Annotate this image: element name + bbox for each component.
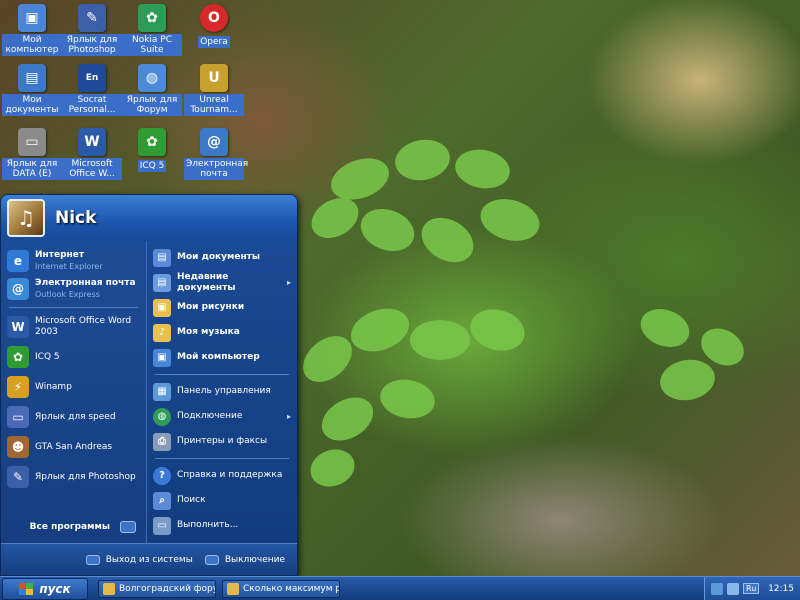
desktop-icon-socrat[interactable]: En Socrat Personal... [62,64,122,116]
user-name: Nick [55,208,97,228]
start-menu-left-column: e Интернет Internet Explorer @ Электронна… [1,241,147,543]
computer-icon: ▣ [18,4,46,32]
photoshop-icon: ✎ [7,466,29,488]
start-item-email[interactable]: @ Электронная почта Outlook Express [1,275,146,303]
desktop-icon-mail[interactable]: @ Электронная почта [184,128,248,180]
network-tray-icon[interactable] [711,582,723,595]
pictures-icon: ▣ [153,298,171,317]
logoff-icon [85,554,100,565]
start-item-internet[interactable]: e Интернет Internet Explorer [1,247,146,275]
start-button[interactable]: пуск [2,577,88,600]
start-item-photoshop[interactable]: ✎ Ярлык для Photoshop [1,462,146,492]
system-tray: Ru 12:15 [704,576,800,600]
start-item-run[interactable]: ▭ Выполнить... [147,513,297,538]
taskbar-item-volgograd-forum[interactable]: Волгоградский фору... [98,579,216,598]
desktop-icon-unreal[interactable]: U Unreal Tournam... [184,64,244,116]
outlook-icon: @ [7,278,29,300]
recent-docs-icon: ▤ [153,273,171,292]
documents-icon: ▤ [153,248,171,267]
control-panel-icon: ▦ [153,382,171,401]
start-menu-footer: Выход из системы Выключение [1,543,297,575]
icq-icon: ✿ [7,346,29,368]
start-menu-right-column: ▤ Мои документы ▤ Недавние документы ▸ ▣… [147,241,297,543]
submenu-arrow-icon: ▸ [286,412,291,421]
desktop-icon-opera[interactable]: O Opera [184,4,244,48]
start-item-my-music[interactable]: ♪ Моя музыка [147,320,297,345]
start-item-icq[interactable]: ✿ ICQ 5 [1,342,146,372]
start-item-printers[interactable]: ⎙ Принтеры и факсы [147,429,297,454]
start-item-connect[interactable]: ◍ Подключение ▸ [147,404,297,429]
desktop-icon-icq[interactable]: ✿ ICQ 5 [122,128,182,172]
photoshop-icon: ✎ [78,4,106,32]
mail-icon: @ [200,128,228,156]
translator-icon: En [78,64,106,92]
nokia-icon: ✿ [138,4,166,32]
gta-icon: ☻ [7,436,29,458]
volume-tray-icon[interactable] [727,582,739,595]
desktop-icon-photoshop[interactable]: ✎ Ярлык для Photoshop [62,4,122,56]
printer-icon: ⎙ [153,432,171,451]
power-icon [204,554,219,565]
taskbar: пуск Волгоградский фору... Сколько макси… [0,576,800,600]
user-avatar[interactable]: ♫ [7,199,45,237]
separator [9,307,138,308]
taskbar-item-second-window[interactable]: Сколько максимум ра... [222,579,340,598]
computer-icon: ▣ [153,348,171,367]
desktop-icon-forum[interactable]: ◍ Ярлык для Форум [122,64,182,116]
all-programs-button[interactable]: Все программы [1,521,146,533]
start-item-speed[interactable]: ▭ Ярлык для speed [1,402,146,432]
word-icon: W [78,128,106,156]
network-icon: ◍ [153,407,171,426]
icq-icon: ✿ [138,128,166,156]
desktop-icon-my-computer[interactable]: ▣ Мой компьютер [2,4,62,56]
start-item-recent-documents[interactable]: ▤ Недавние документы ▸ [147,270,297,295]
start-item-my-documents[interactable]: ▤ Мои документы [147,245,297,270]
desktop-icon-word[interactable]: W Microsoft Office W... [62,128,122,180]
desktop-icon-my-documents[interactable]: ▤ Мои документы [2,64,62,116]
start-item-gta[interactable]: ☻ GTA San Andreas [1,432,146,462]
run-icon: ▭ [153,516,171,535]
submenu-arrow-icon: ▸ [286,278,291,287]
forum-icon: ◍ [138,64,166,92]
desktop-icon-nokia[interactable]: ✿ Nokia PC Suite [122,4,182,56]
start-item-my-pictures[interactable]: ▣ Мои рисунки [147,295,297,320]
browser-window-icon [103,582,115,595]
ie-icon: e [7,250,29,272]
start-menu-header: ♫ Nick [1,195,297,241]
separator [155,374,289,375]
start-item-my-computer[interactable]: ▣ Мой компьютер [147,345,297,370]
separator [155,458,289,459]
word-icon: W [7,316,29,338]
all-programs-arrow-icon [120,521,136,533]
logoff-button[interactable]: Выход из системы [85,554,193,565]
start-item-search[interactable]: ⌕ Поиск [147,488,297,513]
speed-icon: ▭ [7,406,29,428]
winamp-icon: ⚡ [7,376,29,398]
browser-window-icon [227,582,239,595]
opera-icon: O [200,4,228,32]
documents-icon: ▤ [18,64,46,92]
start-item-help[interactable]: ? Справка и поддержка [147,463,297,488]
language-indicator[interactable]: Ru [743,583,760,594]
start-item-winamp[interactable]: ⚡ Winamp [1,372,146,402]
help-icon: ? [153,466,171,485]
start-menu: ♫ Nick e Интернет Internet Explorer @ Эле… [0,194,298,576]
shutdown-button[interactable]: Выключение [204,554,285,565]
windows-logo-icon [19,582,34,595]
drive-icon: ▭ [18,128,46,156]
unreal-icon: U [200,64,228,92]
start-item-control-panel[interactable]: ▦ Панель управления [147,379,297,404]
search-icon: ⌕ [153,491,171,510]
start-item-word[interactable]: W Microsoft Office Word 2003 [1,312,146,342]
music-icon: ♪ [153,323,171,342]
desktop-icon-drive-e[interactable]: ▭ Ярлык для DATA (E) [2,128,62,180]
clock: 12:15 [768,583,794,594]
